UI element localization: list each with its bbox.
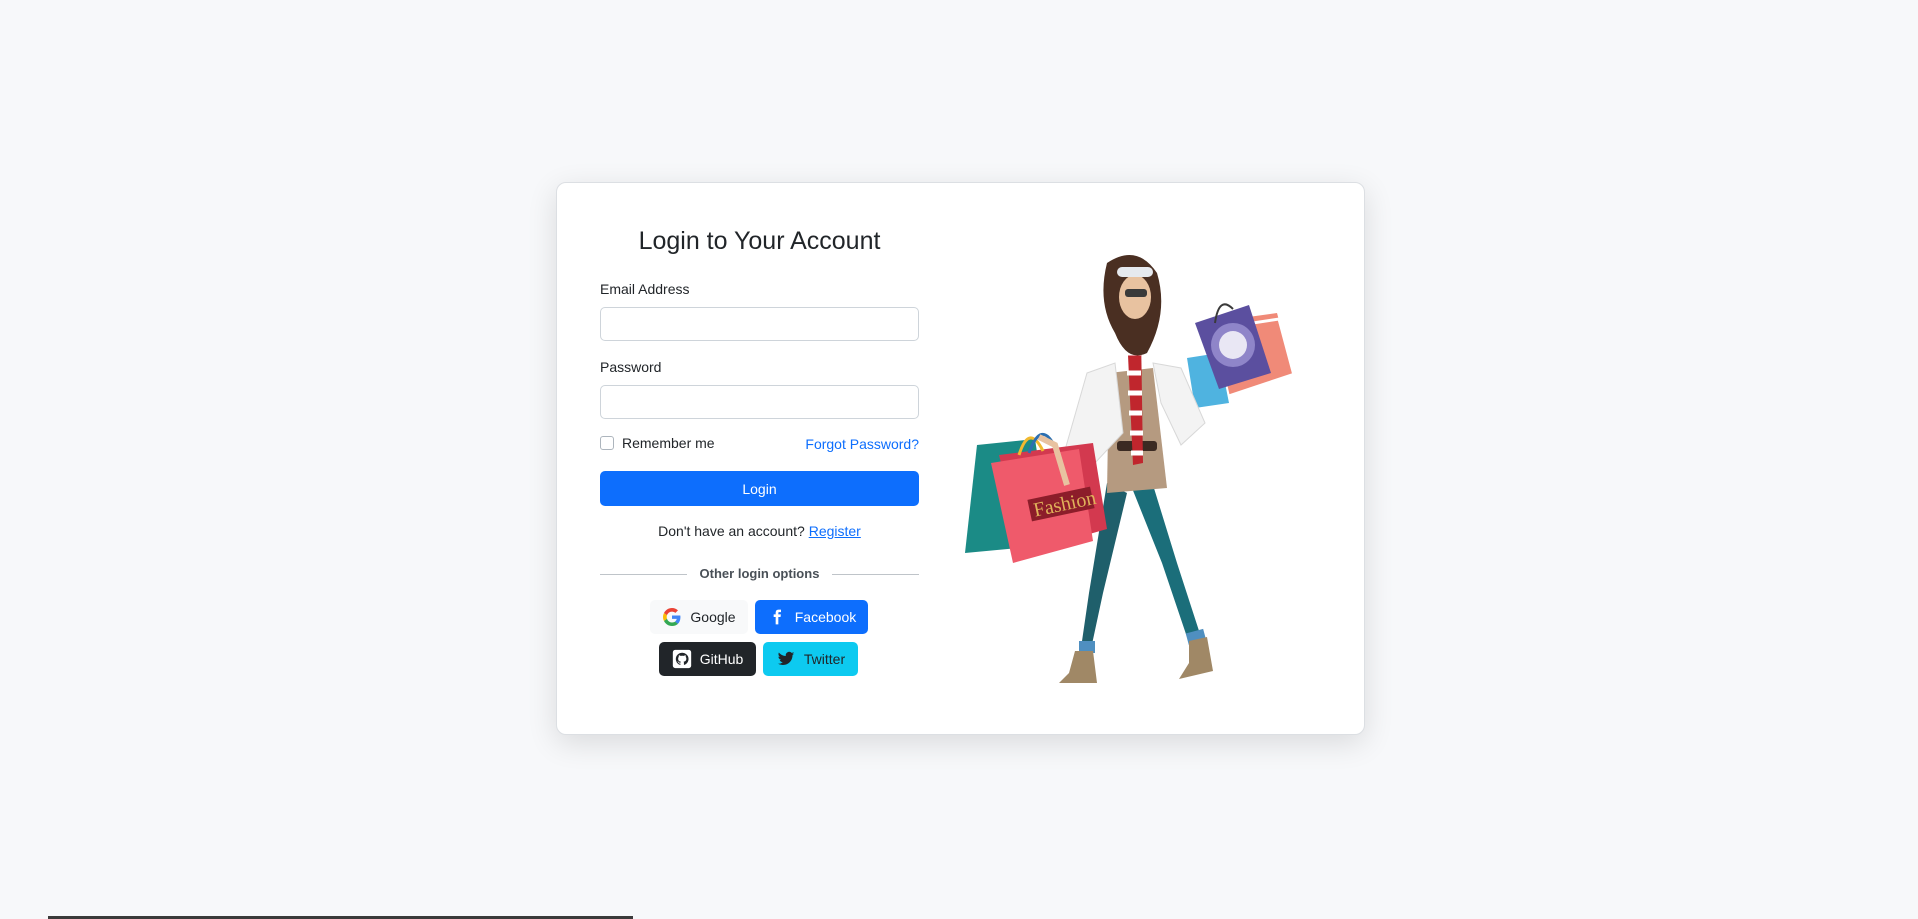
remember-me-checkbox[interactable] — [600, 436, 614, 450]
no-account-text: Don't have an account? — [658, 523, 805, 539]
twitter-label: Twitter — [803, 651, 846, 667]
google-label: Google — [690, 609, 736, 625]
register-prompt: Don't have an account? Register — [600, 523, 919, 539]
facebook-icon — [767, 607, 787, 627]
page-title: Login to Your Account — [638, 227, 881, 255]
github-label: GitHub — [699, 651, 744, 667]
login-button[interactable]: Login — [600, 471, 919, 506]
github-icon — [672, 649, 692, 669]
email-label: Email Address — [600, 281, 690, 297]
divider: Other login options — [600, 564, 919, 584]
password-field[interactable] — [600, 385, 919, 419]
github-login-button[interactable]: GitHub — [659, 642, 756, 676]
login-card: Login to Your Account Email Address Pass… — [556, 182, 1365, 735]
shopping-woman-illustration: Fashion — [957, 223, 1361, 685]
facebook-login-button[interactable]: Facebook — [755, 600, 868, 634]
email-field[interactable] — [600, 307, 919, 341]
twitter-login-button[interactable]: Twitter — [763, 642, 858, 676]
twitter-icon — [776, 649, 796, 669]
google-login-button[interactable]: Google — [650, 600, 748, 634]
remember-me-label[interactable]: Remember me — [622, 435, 715, 451]
facebook-label: Facebook — [794, 609, 857, 625]
google-icon — [662, 607, 682, 627]
register-link[interactable]: Register — [809, 523, 861, 539]
password-label: Password — [600, 359, 662, 375]
remember-me: Remember me — [600, 435, 715, 451]
divider-line-right — [832, 574, 919, 575]
forgot-password-link[interactable]: Forgot Password? — [805, 436, 919, 452]
